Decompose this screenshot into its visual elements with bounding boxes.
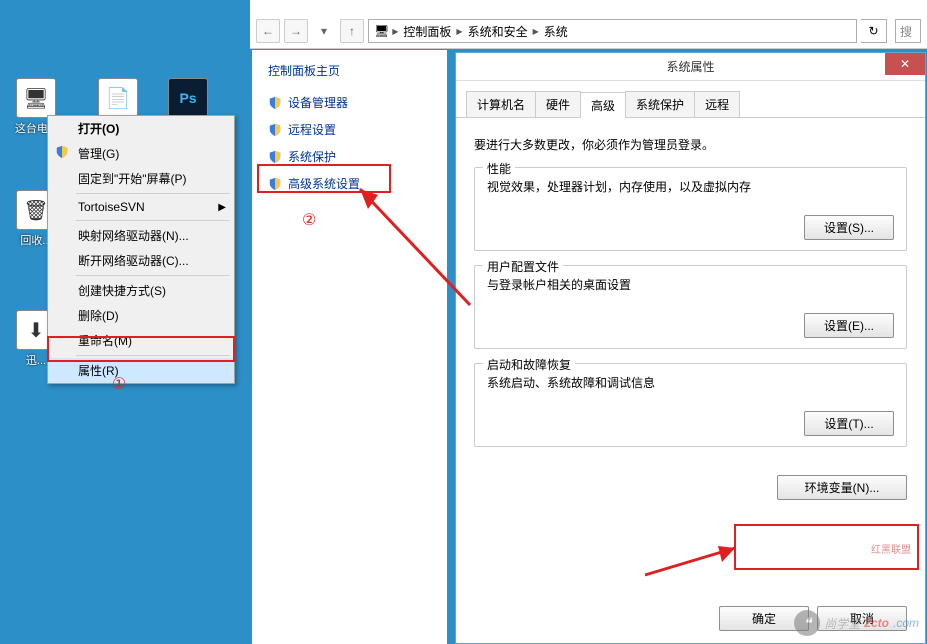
group-startup: 启动和故障恢复 系统启动、系统故障和调试信息 设置(T)... — [474, 363, 907, 447]
tab-protection[interactable]: 系统保护 — [625, 91, 695, 117]
chevron-right-icon: ▶ — [218, 202, 226, 213]
desktop-icon-ps[interactable]: Ps — [160, 78, 216, 120]
chevron-right-icon: ▶ — [392, 27, 398, 36]
sidebar-item-remote[interactable]: 远程设置 — [260, 116, 439, 143]
ctx-item-label: 创建快捷方式(S) — [78, 284, 166, 298]
close-icon: ✕ — [900, 57, 910, 71]
ctx-item-label: 映射网络驱动器(N)... — [78, 229, 189, 243]
ctx-item-manage[interactable]: 管理(G) — [48, 141, 234, 166]
environment-variables-button[interactable]: 环境变量(N)... — [777, 475, 907, 500]
breadcrumb[interactable]: 控制面板 — [401, 23, 453, 40]
desktop-icon-label: 迅... — [26, 355, 46, 367]
ctx-item-disconnect-drive[interactable]: 断开网络驱动器(C)... — [48, 248, 234, 273]
ps-icon: Ps — [168, 78, 208, 118]
annotation-label-1: ① — [112, 374, 126, 394]
nav-forward-button[interactable]: → — [284, 19, 308, 43]
separator — [76, 220, 230, 221]
settings-startup-button[interactable]: 设置(T)... — [804, 411, 894, 436]
dialog-body: 要进行大多数更改，你必须作为管理员登录。 性能 视觉效果，处理器计划，内存使用，… — [456, 118, 925, 475]
shield-icon — [268, 123, 282, 137]
annotation-arrow-2 — [310, 175, 480, 315]
sidebar-title: 控制面板主页 — [268, 62, 439, 79]
ctx-item-label: 删除(D) — [78, 309, 119, 323]
ctx-item-shortcut[interactable]: 创建快捷方式(S) — [48, 278, 234, 303]
settings-profiles-button[interactable]: 设置(E)... — [804, 313, 894, 338]
ctx-item-label: 管理(G) — [78, 147, 119, 161]
cancel-button[interactable]: 取消 — [817, 606, 907, 631]
separator — [76, 275, 230, 276]
annotation-arrow-3 — [640, 540, 750, 580]
tab-advanced[interactable]: 高级 — [580, 92, 626, 118]
dialog-footer: 确定 取消 — [719, 606, 907, 631]
shield-icon — [268, 96, 282, 110]
group-title: 性能 — [483, 160, 515, 177]
computer-icon: 🖥 — [16, 78, 56, 118]
shield-icon — [268, 177, 282, 191]
tab-strip: 计算机名 硬件 高级 系统保护 远程 — [456, 81, 925, 118]
sidebar-item-device-manager[interactable]: 设备管理器 — [260, 89, 439, 116]
address-bar[interactable]: 🖥 ▶ 控制面板 ▶ 系统和安全 ▶ 系统 — [368, 19, 857, 43]
ctx-item-label: TortoiseSVN — [78, 200, 145, 214]
tab-remote[interactable]: 远程 — [694, 91, 740, 117]
shield-icon — [55, 145, 69, 162]
ctx-item-label: 重命名(M) — [78, 334, 132, 348]
ctx-item-label: 打开(O) — [78, 122, 119, 136]
refresh-button[interactable]: ↻ — [861, 19, 887, 43]
control-panel-sidebar: 控制面板主页 设备管理器 远程设置 系统保护 高级系统设置 — [252, 50, 447, 644]
group-performance: 性能 视觉效果，处理器计划，内存使用，以及虚拟内存 设置(S)... — [474, 167, 907, 251]
computer-icon: 🖥 — [374, 24, 389, 38]
admin-notice: 要进行大多数更改，你必须作为管理员登录。 — [474, 136, 907, 153]
ctx-item-pin[interactable]: 固定到"开始"屏幕(P) — [48, 166, 234, 191]
ctx-item-properties[interactable]: 属性(R) — [48, 358, 234, 383]
dialog-title: 系统属性 — [666, 58, 714, 75]
dialog-title-bar: 系统属性 ✕ — [456, 53, 925, 81]
ctx-item-tortoisesvn[interactable]: TortoiseSVN ▶ — [48, 196, 234, 218]
nav-up-button[interactable]: ↑ — [340, 19, 364, 43]
group-desc: 与登录帐户相关的桌面设置 — [487, 276, 894, 293]
ctx-item-label: 固定到"开始"屏幕(P) — [78, 172, 187, 186]
group-title: 启动和故障恢复 — [483, 356, 575, 373]
ctx-item-open[interactable]: 打开(O) — [48, 116, 234, 141]
tab-computer-name[interactable]: 计算机名 — [466, 91, 536, 117]
chevron-right-icon: ▶ — [456, 27, 462, 36]
watermark-small: 红黑联盟 — [871, 541, 911, 556]
group-title: 用户配置文件 — [483, 258, 563, 275]
sidebar-item-label: 远程设置 — [288, 121, 336, 138]
separator — [76, 193, 230, 194]
ctx-item-label: 断开网络驱动器(C)... — [78, 254, 189, 268]
document-icon: 📄 — [98, 78, 138, 118]
settings-performance-button[interactable]: 设置(S)... — [804, 215, 894, 240]
sidebar-item-label: 系统保护 — [288, 148, 336, 165]
ctx-item-delete[interactable]: 删除(D) — [48, 303, 234, 328]
chevron-right-icon: ▶ — [533, 27, 539, 36]
ctx-item-map-drive[interactable]: 映射网络驱动器(N)... — [48, 223, 234, 248]
separator — [76, 355, 230, 356]
explorer-bar: ← → ▾ ↑ 🖥 ▶ 控制面板 ▶ 系统和安全 ▶ 系统 ↻ 搜 — [250, 0, 927, 49]
breadcrumb[interactable]: 系统和安全 — [466, 23, 530, 40]
close-button[interactable]: ✕ — [885, 53, 925, 75]
tab-hardware[interactable]: 硬件 — [535, 91, 581, 117]
desktop-icon-doc[interactable]: 📄 — [90, 78, 146, 120]
breadcrumb[interactable]: 系统 — [542, 23, 570, 40]
nav-history-dropdown[interactable]: ▾ — [312, 19, 336, 43]
group-desc: 系统启动、系统故障和调试信息 — [487, 374, 894, 391]
shield-icon — [268, 150, 282, 164]
sidebar-item-protection[interactable]: 系统保护 — [260, 143, 439, 170]
nav-back-button[interactable]: ← — [256, 19, 280, 43]
group-user-profiles: 用户配置文件 与登录帐户相关的桌面设置 设置(E)... — [474, 265, 907, 349]
context-menu: 打开(O) 管理(G) 固定到"开始"屏幕(P) TortoiseSVN ▶ 映… — [47, 115, 235, 384]
sidebar-item-label: 设备管理器 — [288, 94, 348, 111]
search-input[interactable]: 搜 — [895, 19, 921, 43]
ok-button[interactable]: 确定 — [719, 606, 809, 631]
ctx-item-rename[interactable]: 重命名(M) — [48, 328, 234, 353]
group-desc: 视觉效果，处理器计划，内存使用，以及虚拟内存 — [487, 178, 894, 195]
